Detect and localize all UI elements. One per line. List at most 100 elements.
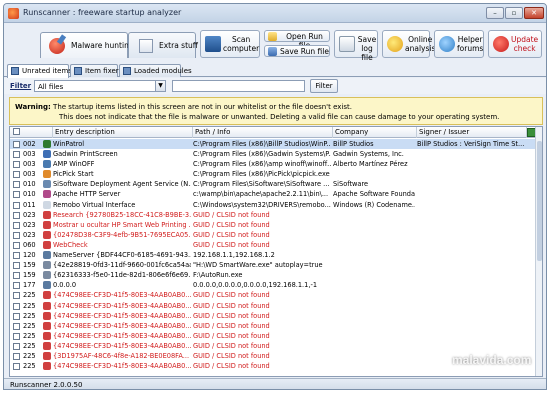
- row-checkbox[interactable]: [13, 292, 20, 300]
- header-path-info[interactable]: Path / Info: [193, 127, 333, 138]
- header-signer-issuer[interactable]: Signer / Issuer: [417, 127, 527, 138]
- header-company[interactable]: Company: [333, 127, 417, 138]
- entry-icon: [43, 281, 51, 290]
- table-row[interactable]: 003 AMP WinOFF C:\Program Files (x86)\amp …: [10, 159, 538, 169]
- path-info: "H:\WD SmartWare.exe" autoplay=true: [193, 261, 323, 270]
- company: [333, 280, 415, 290]
- table-row[interactable]: 010 SiSoftware Deployment Agent Service (…: [10, 179, 538, 189]
- path-info: GUID / CLSID not found: [193, 351, 270, 360]
- table-row[interactable]: 120 NameServer {BDF44CF0-6185-4691-943...…: [10, 250, 538, 260]
- row-checkbox[interactable]: [13, 252, 20, 260]
- row-checkbox[interactable]: [13, 322, 20, 330]
- table-row[interactable]: 010 Apache HTTP Server c:\wamp\bin\apache\…: [10, 189, 538, 199]
- row-checkbox[interactable]: [13, 151, 20, 159]
- signer-issuer: [417, 250, 527, 260]
- minimize-button[interactable]: –: [486, 7, 504, 19]
- filter-select[interactable]: All files ▼: [34, 80, 166, 92]
- row-number: 003: [23, 150, 36, 159]
- vertical-scrollbar[interactable]: [535, 127, 542, 376]
- row-checkbox[interactable]: [13, 302, 20, 310]
- filter-button[interactable]: Filter: [310, 79, 338, 93]
- company: [333, 220, 415, 230]
- row-checkbox[interactable]: [13, 201, 20, 209]
- row-checkbox[interactable]: [13, 342, 20, 350]
- update-check-button[interactable]: Update check: [488, 30, 542, 58]
- table-row[interactable]: 225 {474C98EE-CF3D-41f5-80E3-4AAB0AB0... G…: [10, 331, 538, 341]
- table-row[interactable]: 159 {42e28819-0fd3-11df-9660-001fc6ca54aa…: [10, 260, 538, 270]
- row-number: 003: [23, 160, 36, 169]
- row-checkbox[interactable]: [13, 241, 20, 249]
- table-row[interactable]: 002 WinPatrol C:\Program Files (x86)\BillP…: [10, 139, 538, 150]
- row-checkbox[interactable]: [13, 181, 20, 189]
- tab-unrated-items[interactable]: Unrated items: [7, 64, 72, 78]
- row-checkbox[interactable]: [13, 282, 20, 290]
- table-row[interactable]: 225 {474C98EE-CF3D-41f5-80E3-4AAB0AB0... G…: [10, 311, 538, 321]
- table-row[interactable]: 159 {62316333-f5e0-11de-82d1-806e6f6e69..…: [10, 270, 538, 280]
- tab-malware-hunting[interactable]: Malware hunting: [40, 32, 134, 58]
- scrollbar-thumb[interactable]: [537, 141, 542, 261]
- table-row[interactable]: 177 0.0.0.0 0.0.0.0,0.0.0.0,0.0.0.0,192.16…: [10, 280, 538, 290]
- row-checkbox[interactable]: [13, 221, 20, 229]
- row-checkbox[interactable]: [13, 211, 20, 219]
- table-row[interactable]: 023 {02478D38-C3F9-4efb-9B51-7695ECA05...…: [10, 230, 538, 240]
- header-checkbox-col[interactable]: [10, 127, 53, 138]
- table-row[interactable]: 225 {474C98EE-CF3D-41f5-80E3-4AAB0AB0... G…: [10, 321, 538, 331]
- company: [333, 210, 415, 220]
- company: [333, 351, 415, 361]
- table-row[interactable]: 225 {474C98EE-CF3D-41f5-80E3-4AAB0AB0... G…: [10, 290, 538, 300]
- select-all-checkbox[interactable]: [13, 128, 20, 135]
- table-row[interactable]: 023 Research {92780B25-18CC-41C8-B9BE-3..…: [10, 210, 538, 220]
- row-checkbox[interactable]: [13, 262, 20, 270]
- row-checkbox[interactable]: [13, 332, 20, 340]
- entry-icon: [43, 341, 51, 350]
- row-checkbox[interactable]: [13, 191, 20, 199]
- save-log-file-button[interactable]: Save log file: [334, 30, 378, 62]
- table-row[interactable]: 060 WebCheck GUID / CLSID not found: [10, 240, 538, 250]
- row-checkbox[interactable]: [13, 141, 20, 148]
- row-checkbox[interactable]: [13, 161, 20, 169]
- warning-prefix: Warning:: [15, 103, 51, 111]
- row-checkbox[interactable]: [13, 231, 20, 239]
- company: [333, 260, 415, 270]
- signer-issuer: [417, 341, 527, 351]
- maximize-button[interactable]: ▫: [505, 7, 523, 19]
- row-checkbox[interactable]: [13, 312, 20, 320]
- app-window: Runscanner : freeware startup analyzer –…: [3, 3, 547, 390]
- table-row[interactable]: 003 Gadwin PrintScreen C:\Program Files (x…: [10, 149, 538, 159]
- entry-description: WinPatrol: [53, 140, 85, 148]
- row-checkbox[interactable]: [13, 352, 20, 360]
- row-checkbox[interactable]: [13, 272, 20, 280]
- filter-text-input[interactable]: [172, 80, 305, 92]
- entry-description: 0.0.0.0: [53, 281, 77, 290]
- tab-label: Item fixer: [85, 67, 119, 75]
- scan-computer-button[interactable]: Scan computer: [200, 30, 260, 58]
- app-icon: [8, 8, 19, 19]
- close-button[interactable]: ✕: [524, 7, 544, 19]
- table-row[interactable]: 225 {474C98EE-CF3D-41f5-80E3-4AAB0AB0... G…: [10, 341, 538, 351]
- online-analysis-button[interactable]: Online analysis: [382, 30, 435, 58]
- save-log-label-1: Save: [357, 35, 377, 44]
- tab-extra-stuff[interactable]: Extra stuff: [128, 32, 198, 58]
- row-checkbox[interactable]: [13, 171, 20, 179]
- helper-forums-button[interactable]: Helper forums: [434, 30, 484, 58]
- tab-label: Unrated items: [22, 67, 72, 75]
- open-run-file-button[interactable]: Open Run file: [264, 30, 330, 50]
- tab-loaded-modules[interactable]: Loaded modules: [119, 64, 192, 77]
- save-run-file-button[interactable]: Save Run file: [264, 45, 330, 57]
- title-bar[interactable]: Runscanner : freeware startup analyzer –…: [4, 4, 546, 23]
- entry-description: WebCheck: [53, 240, 88, 249]
- table-row[interactable]: 011 Remobo Virtual Interface C:\Windows\sy…: [10, 200, 538, 210]
- row-number: 159: [23, 261, 36, 270]
- online-label-2: analysis: [405, 44, 436, 53]
- path-info: F:\AutoRun.exe: [193, 271, 243, 280]
- table-row[interactable]: 023 Mostrar u ocultar HP Smart Web Printi…: [10, 220, 538, 230]
- window-title: Runscanner : freeware startup analyzer: [23, 8, 182, 17]
- path-info: 192.168.1.1,192.168.1.2: [193, 251, 275, 260]
- row-number: 023: [23, 230, 36, 239]
- table-row[interactable]: 003 PicPick Start C:\Program Files (x86)\P…: [10, 169, 538, 179]
- header-entry-description[interactable]: Entry description: [53, 127, 193, 138]
- tab-item-fixer[interactable]: Item fixer: [70, 64, 119, 77]
- table-row[interactable]: 225 {474C98EE-CF3D-41f5-80E3-4AAB0AB0... G…: [10, 301, 538, 311]
- row-checkbox[interactable]: [13, 363, 20, 371]
- company: [333, 311, 415, 321]
